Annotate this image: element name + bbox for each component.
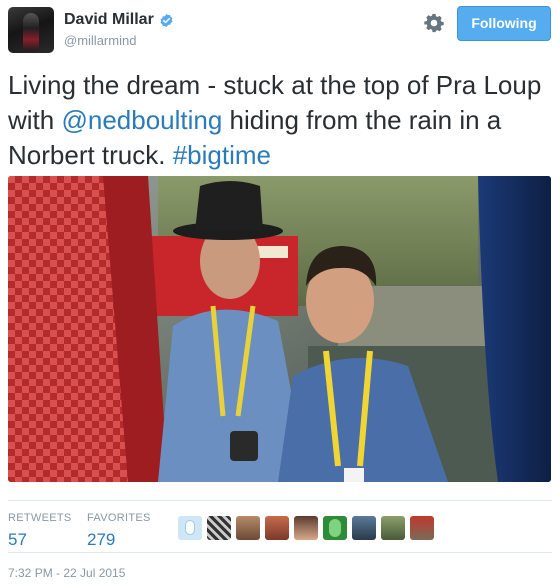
tweet-card: David Millar @millarmind Following Livin… <box>0 0 560 584</box>
photo-illustration <box>8 176 551 482</box>
tweet-timestamp[interactable]: 7:32 PM - 22 Jul 2015 <box>8 566 125 580</box>
favorites-label: FAVORITES <box>87 512 151 524</box>
user-handle[interactable]: @millarmind <box>64 33 136 48</box>
display-name[interactable]: David Millar <box>64 11 154 29</box>
favoriter-avatar[interactable] <box>352 516 376 540</box>
favoriter-avatar[interactable] <box>178 516 202 540</box>
retweets-count[interactable]: 57 <box>8 530 72 550</box>
following-button[interactable]: Following <box>457 6 551 41</box>
verified-badge-icon <box>160 13 173 27</box>
favoriter-avatar[interactable] <box>265 516 289 540</box>
favorites-count[interactable]: 279 <box>87 530 151 550</box>
retweets-label: RETWEETS <box>8 512 72 524</box>
favorites-stat[interactable]: FAVORITES 279 <box>87 512 151 550</box>
divider-bottom <box>8 552 552 553</box>
favoriter-avatar[interactable] <box>294 516 318 540</box>
divider-top <box>8 500 552 501</box>
favoriter-avatar[interactable] <box>381 516 405 540</box>
tweet-photo[interactable] <box>8 176 551 482</box>
favoriters-avatars <box>178 516 439 540</box>
author-name-row[interactable]: David Millar <box>64 11 174 29</box>
retweets-stat[interactable]: RETWEETS 57 <box>8 512 72 550</box>
gear-icon[interactable] <box>423 12 445 34</box>
tweet-text: Living the dream - stuck at the top of P… <box>8 68 548 173</box>
profile-avatar[interactable] <box>8 7 54 53</box>
hashtag-link[interactable]: #bigtime <box>173 140 271 170</box>
favoriter-avatar[interactable] <box>410 516 434 540</box>
favoriter-avatar[interactable] <box>207 516 231 540</box>
favoriter-avatar[interactable] <box>323 516 347 540</box>
mention-link[interactable]: @nedboulting <box>61 105 222 135</box>
favoriter-avatar[interactable] <box>236 516 260 540</box>
